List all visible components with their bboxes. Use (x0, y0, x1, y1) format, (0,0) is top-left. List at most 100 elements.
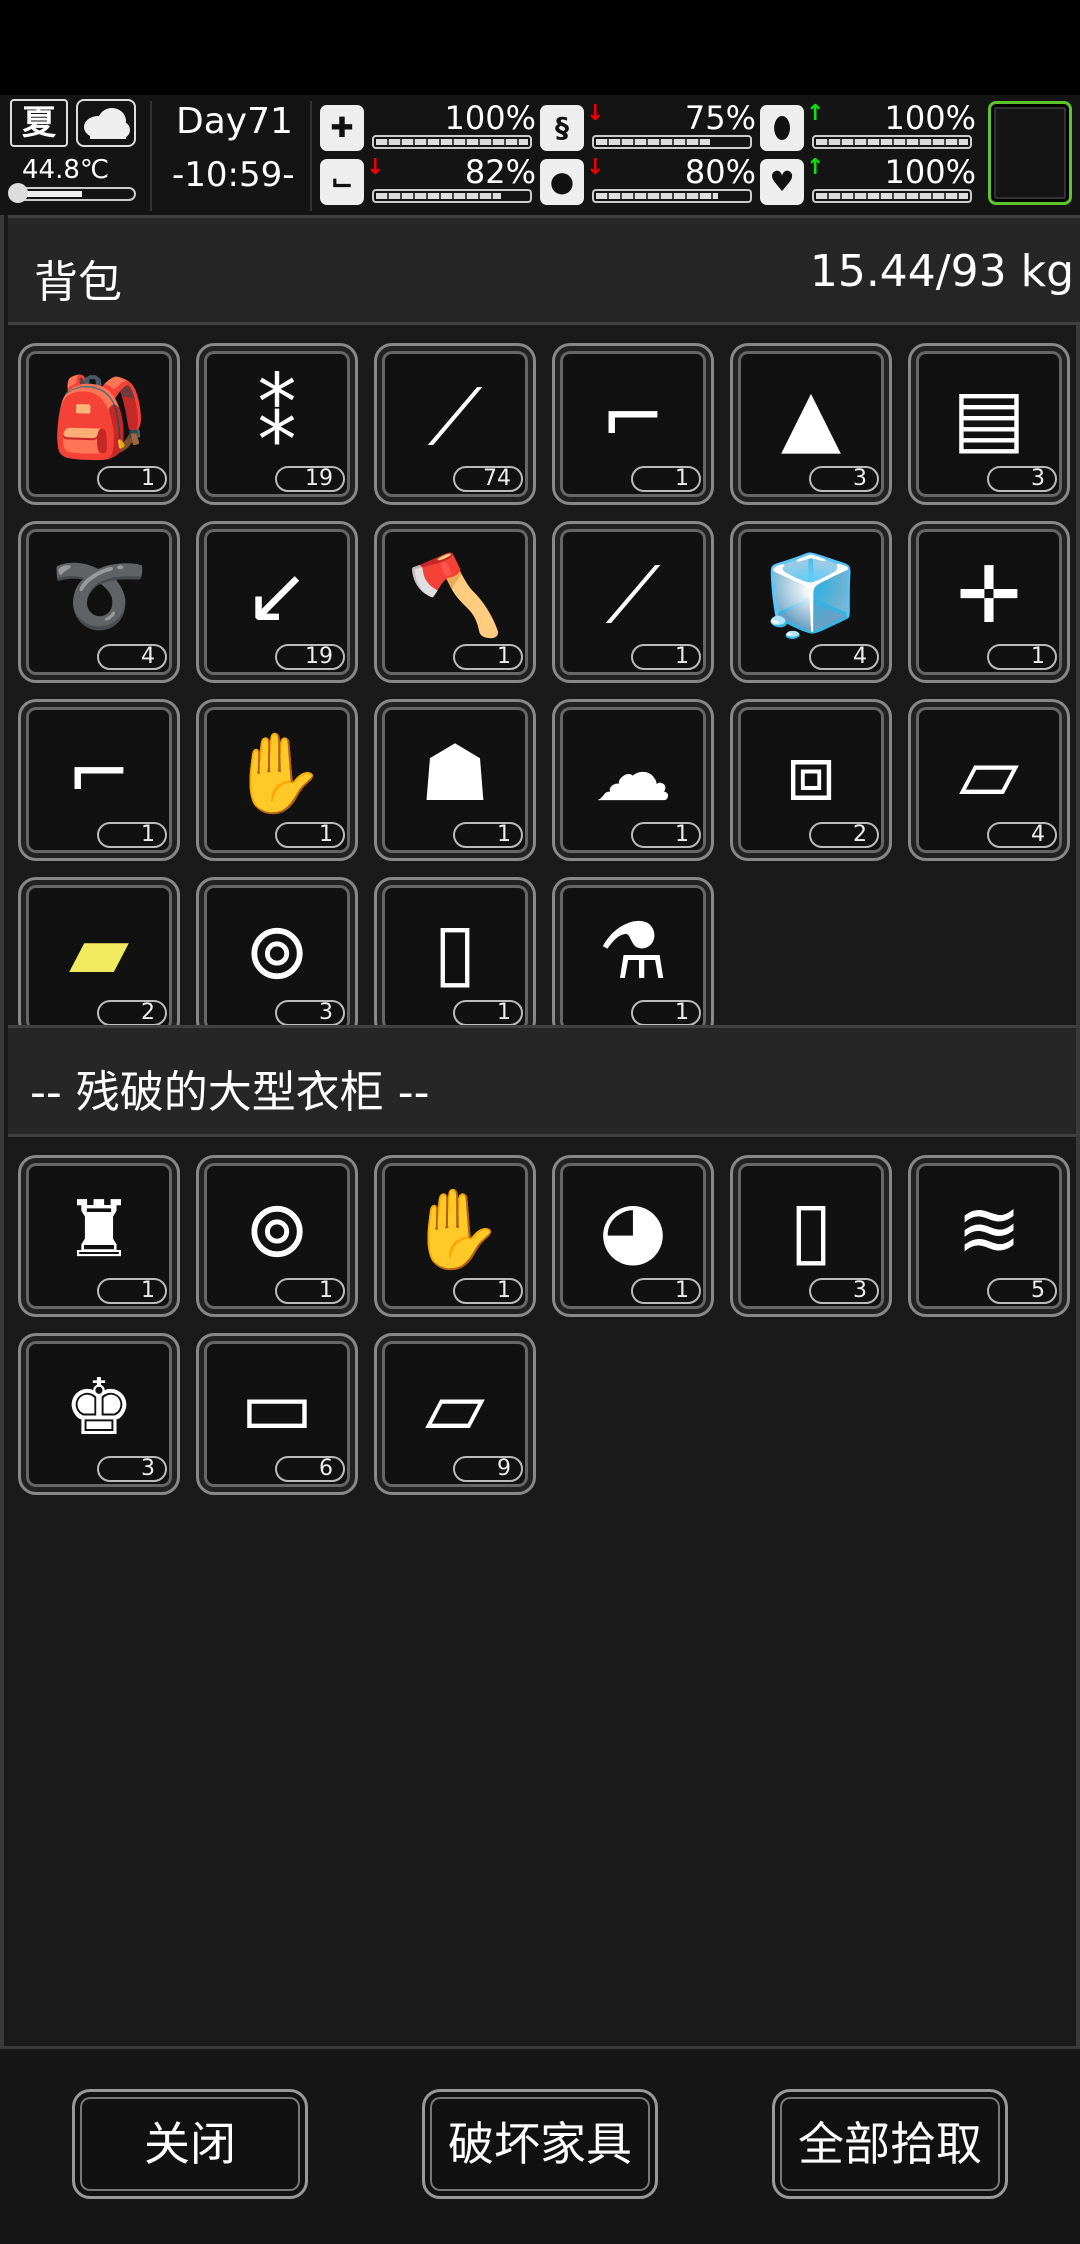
folded-clothes-icon: ≋ (956, 1185, 1022, 1275)
axe-icon: 🪓 (406, 551, 504, 641)
item-count: 1 (453, 1000, 523, 1026)
item-slot[interactable]: 🧊 4 (730, 521, 892, 683)
item-slot[interactable]: ⟋ 1 (552, 521, 714, 683)
backpack-header: 背包 15.44/93 kg (8, 215, 1080, 325)
item-count: 1 (275, 822, 345, 848)
divider (150, 101, 152, 211)
item-count: 4 (809, 644, 879, 670)
torn-shirt-icon: ♚ (64, 1363, 134, 1453)
stat-value: 100% (884, 99, 976, 137)
stat-bar (592, 189, 752, 203)
item-slot[interactable]: ✛ 1 (908, 521, 1070, 683)
item-slot[interactable]: ≋ 5 (908, 1155, 1070, 1317)
stomach-icon: § (540, 105, 584, 151)
clock-readout: -10:59- (172, 155, 295, 195)
item-count: 3 (809, 1278, 879, 1304)
day-counter: Day71 (176, 101, 293, 142)
trend-down-icon: ↓ (586, 155, 605, 180)
cloth-scrap-icon: ▲ (781, 373, 841, 463)
cloth-fold-icon: ▭ (240, 1363, 314, 1453)
destroy-furniture-button[interactable]: 破坏家具 (422, 2089, 658, 2199)
item-slot[interactable]: 🎒 1 (18, 343, 180, 505)
backpack-title: 背包 (34, 257, 122, 308)
stat-pill: ⬮ ↑ 100% (760, 99, 980, 153)
item-slot[interactable]: 🪓 1 (374, 521, 536, 683)
item-slot[interactable]: ◕ 1 (552, 1155, 714, 1317)
equipped-slot[interactable] (988, 101, 1072, 205)
item-slot[interactable]: ▤ 3 (908, 343, 1070, 505)
item-slot[interactable]: ⚗ 1 (552, 877, 714, 1039)
take-all-button[interactable]: 全部拾取 (772, 2089, 1008, 2199)
item-count: 9 (453, 1456, 523, 1482)
heart-icon: ♥ (760, 159, 804, 205)
item-count: 1 (97, 1278, 167, 1304)
item-count: 19 (275, 466, 345, 492)
trend-down-icon: ↓ (366, 155, 385, 180)
item-count: 19 (275, 644, 345, 670)
item-count: 1 (631, 1278, 701, 1304)
item-count: 1 (453, 644, 523, 670)
trend-down-icon: ↓ (586, 101, 605, 126)
close-button[interactable]: 关闭 (72, 2089, 308, 2199)
item-slot[interactable]: ▯ 1 (374, 877, 536, 1039)
item-count: 5 (987, 1278, 1057, 1304)
item-slot[interactable]: ☗ 1 (374, 699, 536, 861)
fabric-roll-icon: ⊚ (244, 907, 310, 997)
pill-icon: ⬮ (760, 105, 804, 151)
item-slot[interactable]: ⌐ 1 (18, 699, 180, 861)
item-count: 1 (987, 644, 1057, 670)
shovel-icon: ⟋ (605, 551, 661, 641)
season-indicator: 夏 (10, 99, 68, 147)
item-slot[interactable]: ▯ 3 (730, 1155, 892, 1317)
test-tube-icon: ⚗ (598, 907, 668, 997)
item-slot[interactable]: ✋ 1 (374, 1155, 536, 1317)
nail-gun-icon: ⌐ (600, 373, 666, 463)
item-slot[interactable]: ▱ 4 (908, 699, 1070, 861)
item-count: 1 (97, 466, 167, 492)
cloak-icon: ☗ (420, 729, 490, 819)
item-count: 1 (631, 822, 701, 848)
temperature-readout: 44.8℃ (22, 155, 110, 185)
item-slot[interactable]: ♚ 3 (18, 1333, 180, 1495)
item-slot[interactable]: ▰ 2 (18, 877, 180, 1039)
item-slot[interactable]: ✋ 1 (196, 699, 358, 861)
stat-mood: ♥ ↑ 100% (760, 153, 980, 207)
item-slot[interactable]: ➰ 4 (18, 521, 180, 683)
stat-bar (372, 135, 532, 149)
stat-bar (372, 189, 532, 203)
water-drop-icon: ● (540, 159, 584, 205)
fabric-icon: ▱ (425, 1363, 485, 1453)
container-title: -- 残破的大型衣柜 -- (30, 1067, 430, 1118)
towel-icon: ▤ (952, 373, 1026, 463)
fabric-icon: ▱ (959, 729, 1019, 819)
hat-icon: ☁ (594, 729, 672, 819)
item-count: 3 (987, 466, 1057, 492)
item-count: 1 (453, 1278, 523, 1304)
item-count: 6 (275, 1456, 345, 1482)
item-slot[interactable]: ⊚ 1 (196, 1155, 358, 1317)
item-slot[interactable]: ▱ 9 (374, 1333, 536, 1495)
medkit-icon: ✚ (320, 105, 364, 151)
stat-bar (812, 135, 972, 149)
cloth-sheet-icon: ▯ (789, 1185, 833, 1275)
item-slot[interactable]: ♜ 1 (18, 1155, 180, 1317)
item-count: 3 (275, 1000, 345, 1026)
item-slot[interactable]: ↙ 19 (196, 521, 358, 683)
item-slot[interactable]: ⌐ 1 (552, 343, 714, 505)
item-count: 1 (275, 1278, 345, 1304)
backpack-grid: 🎒 1 ⁑ 19 ⟋ 74 ⌐ 1 ▲ 3 ▤ 3 ➰ 4 ↙ 19 🪓 1 ⟋ 1 🧊 4 ✛ 1 ⌐ 1 ✋ 1 ☗ 1 ☁ 1 ⧈ 2 ▱ 4 ▰… (18, 343, 1070, 1039)
item-slot[interactable]: ⁑ 19 (196, 343, 358, 505)
item-slot[interactable]: ▲ 3 (730, 343, 892, 505)
item-slot[interactable]: ⧈ 2 (730, 699, 892, 861)
item-count: 1 (631, 466, 701, 492)
item-slot[interactable]: ▭ 6 (196, 1333, 358, 1495)
stat-stamina: ⌙ ↓ 82% (320, 153, 540, 207)
item-slot[interactable]: ⊚ 3 (196, 877, 358, 1039)
trend-up-icon: ↑ (806, 155, 825, 180)
item-count: 4 (987, 822, 1057, 848)
fur-coat-icon: ♜ (64, 1185, 134, 1275)
item-count: 3 (97, 1456, 167, 1482)
nails-icon: ⟋ (427, 373, 483, 463)
item-slot[interactable]: ⟋ 74 (374, 343, 536, 505)
item-slot[interactable]: ☁ 1 (552, 699, 714, 861)
